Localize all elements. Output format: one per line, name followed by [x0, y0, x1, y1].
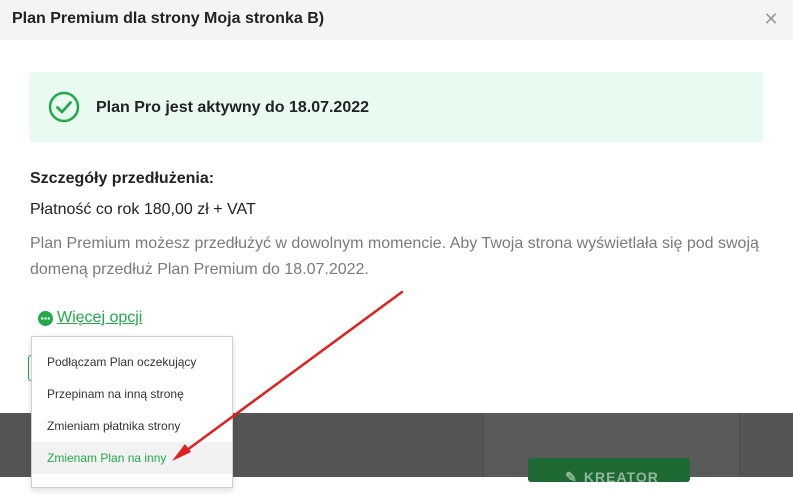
- dropdown-item-connect-pending-plan[interactable]: Podłączam Plan oczekujący: [32, 346, 232, 378]
- more-options-label[interactable]: Więcej opcji: [57, 309, 142, 327]
- renewal-details-title: Szczegóły przedłużenia:: [30, 170, 215, 187]
- kreator-button[interactable]: ✎ KREATOR: [528, 458, 690, 485]
- payment-info: Płatność co rok 180,00 zł + VAT: [30, 201, 256, 218]
- kreator-label: KREATOR: [583, 469, 659, 485]
- more-options-link[interactable]: Więcej opcji: [38, 307, 142, 329]
- more-dots-icon: [38, 310, 53, 326]
- plan-status-text: Plan Pro jest aktywny do 18.07.2022: [96, 99, 370, 116]
- modal-title: Plan Premium dla strony Moja stronka B): [12, 10, 325, 27]
- status-banner: Plan Pro jest aktywny do 18.07.2022: [30, 72, 763, 142]
- pencil-icon: ✎: [565, 469, 578, 485]
- more-options-dropdown: Podłączam Plan oczekujący Przepinam na i…: [31, 336, 233, 488]
- check-circle-icon: [48, 91, 80, 123]
- renewal-description: Plan Premium możesz przedłużyć w dowolny…: [30, 235, 759, 278]
- dropdown-item-move-to-other-site[interactable]: Przepinam na inną stronę: [32, 378, 232, 410]
- modal-header: Plan Premium dla strony Moja stronka B) …: [0, 0, 793, 40]
- close-icon[interactable]: ✕: [762, 10, 780, 28]
- dropdown-item-change-plan[interactable]: Zmienam Plan na inny: [32, 442, 232, 474]
- dropdown-item-change-payer[interactable]: Zmieniam płatnika strony: [32, 410, 232, 442]
